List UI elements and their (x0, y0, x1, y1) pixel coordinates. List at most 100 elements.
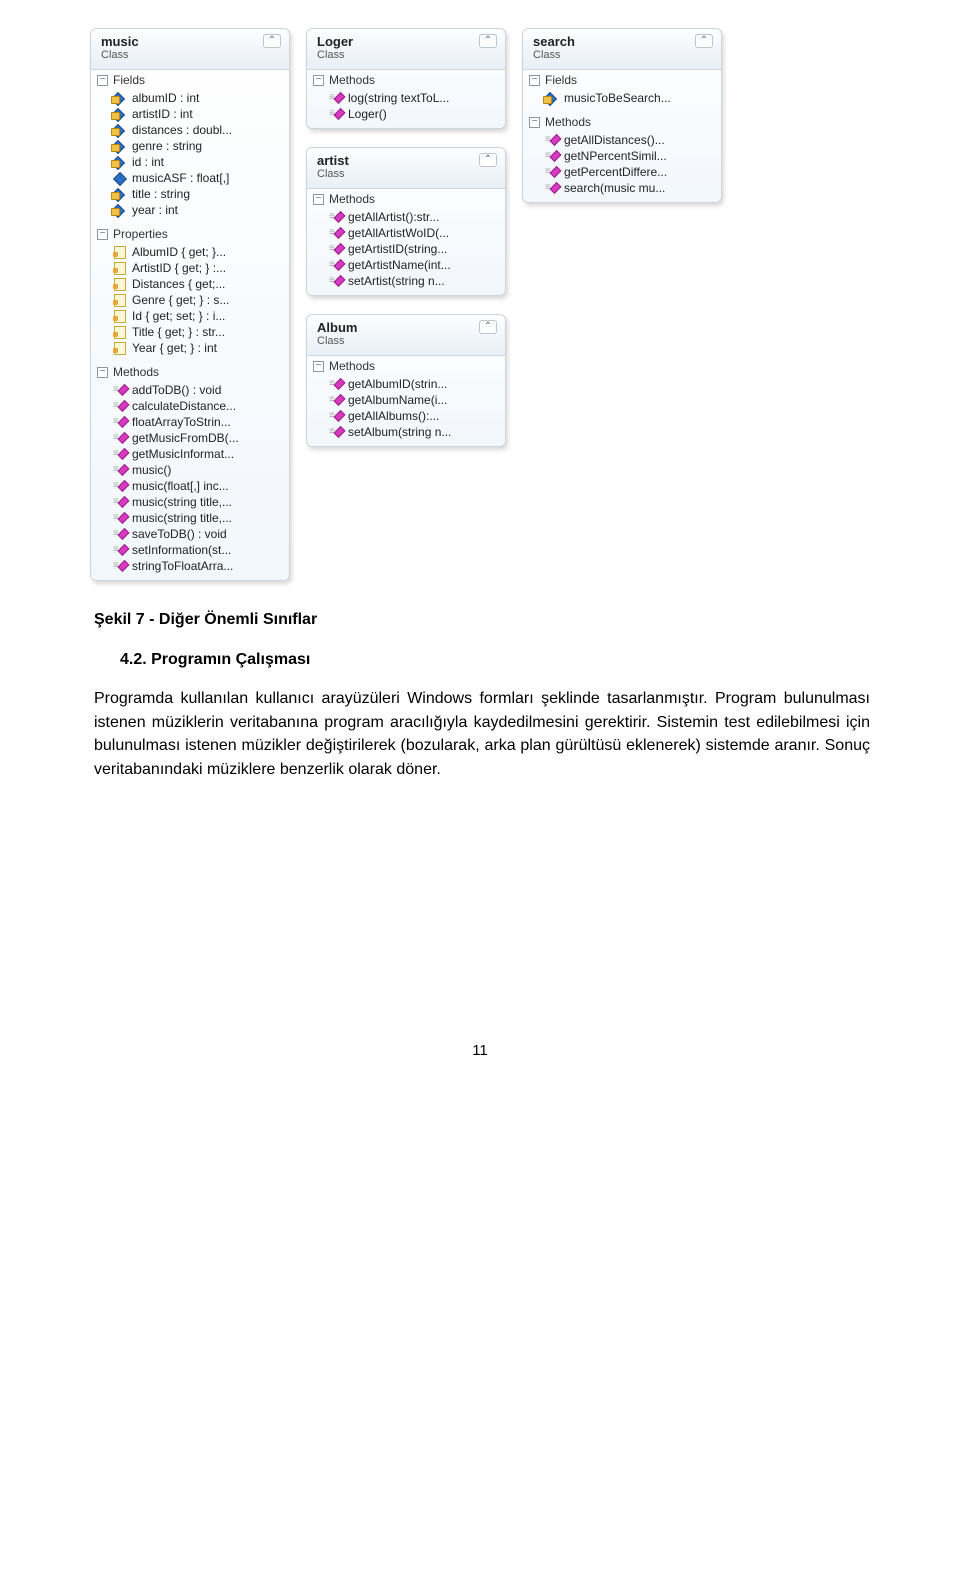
member-row[interactable]: distances : doubl... (95, 122, 285, 138)
section-methods[interactable]: −Methods (307, 189, 505, 209)
member-row[interactable]: setArtist(string n... (311, 273, 501, 289)
member-row[interactable]: year : int (95, 202, 285, 218)
member-row[interactable]: getNPercentSimil... (527, 148, 717, 164)
member-row[interactable]: calculateDistance... (95, 398, 285, 414)
member-label: Distances { get;... (132, 277, 225, 291)
member-label: getAlbumName(i... (348, 393, 447, 407)
member-row[interactable]: getAllArtist():str... (311, 209, 501, 225)
chevron-up-icon[interactable]: ⌃ (479, 34, 497, 48)
member-row[interactable]: getMusicFromDB(... (95, 430, 285, 446)
class-header[interactable]: artistClass⌃ (307, 148, 505, 189)
member-row[interactable]: getAllAlbums():... (311, 408, 501, 424)
method-icon (329, 242, 343, 256)
chevron-up-icon[interactable]: ⌃ (695, 34, 713, 48)
member-row[interactable]: getAlbumID(strin... (311, 376, 501, 392)
method-icon (113, 415, 127, 429)
member-row[interactable]: music(float[,] inc... (95, 478, 285, 494)
member-list: AlbumID { get; }...ArtistID { get; } :..… (91, 244, 289, 362)
member-row[interactable]: id : int (95, 154, 285, 170)
member-row[interactable]: getArtistName(int... (311, 257, 501, 273)
section-label: Methods (329, 359, 375, 373)
method-icon (113, 463, 127, 477)
member-row[interactable]: getArtistID(string... (311, 241, 501, 257)
member-row[interactable]: Id { get; set; } : i... (95, 308, 285, 324)
member-label: addToDB() : void (132, 383, 221, 397)
member-row[interactable]: musicToBeSearch... (527, 90, 717, 106)
member-row[interactable]: title : string (95, 186, 285, 202)
member-row[interactable]: getAllArtistWoID(... (311, 225, 501, 241)
collapse-toggle-icon[interactable]: − (529, 75, 540, 86)
class-header[interactable]: AlbumClass⌃ (307, 315, 505, 356)
member-row[interactable]: floatArrayToStrin... (95, 414, 285, 430)
section-methods[interactable]: −Methods (307, 356, 505, 376)
member-row[interactable]: getMusicInformat... (95, 446, 285, 462)
member-label: getPercentDiffere... (564, 165, 667, 179)
section-methods[interactable]: −Methods (307, 70, 505, 90)
collapse-toggle-icon[interactable]: − (97, 229, 108, 240)
member-row[interactable]: Year { get; } : int (95, 340, 285, 356)
member-row[interactable]: Loger() (311, 106, 501, 122)
member-row[interactable]: search(music mu... (527, 180, 717, 196)
member-row[interactable]: artistID : int (95, 106, 285, 122)
field-private-icon (113, 91, 127, 105)
member-label: distances : doubl... (132, 123, 232, 137)
collapse-toggle-icon[interactable]: − (97, 367, 108, 378)
member-row[interactable]: AlbumID { get; }... (95, 244, 285, 260)
section-fields[interactable]: −Fields (523, 70, 721, 90)
section-properties[interactable]: −Properties (91, 224, 289, 244)
member-row[interactable]: log(string textToL... (311, 90, 501, 106)
collapse-toggle-icon[interactable]: − (97, 75, 108, 86)
member-label: getAlbumID(strin... (348, 377, 447, 391)
member-row[interactable]: music(string title,... (95, 494, 285, 510)
member-row[interactable]: saveToDB() : void (95, 526, 285, 542)
class-header[interactable]: LogerClass⌃ (307, 29, 505, 70)
class-header[interactable]: musicClass⌃ (91, 29, 289, 70)
method-icon (329, 393, 343, 407)
member-row[interactable]: Genre { get; } : s... (95, 292, 285, 308)
member-row[interactable]: albumID : int (95, 90, 285, 106)
member-row[interactable]: Title { get; } : str... (95, 324, 285, 340)
collapse-toggle-icon[interactable]: − (313, 75, 324, 86)
section-methods[interactable]: −Methods (91, 362, 289, 382)
member-row[interactable]: music(string title,... (95, 510, 285, 526)
method-icon (329, 107, 343, 121)
class-header[interactable]: searchClass⌃ (523, 29, 721, 70)
collapse-toggle-icon[interactable]: − (313, 194, 324, 205)
member-list: log(string textToL...Loger() (307, 90, 505, 128)
member-row[interactable]: setInformation(st... (95, 542, 285, 558)
member-label: calculateDistance... (132, 399, 236, 413)
member-row[interactable]: music() (95, 462, 285, 478)
chevron-up-icon[interactable]: ⌃ (479, 153, 497, 167)
field-private-icon (113, 155, 127, 169)
member-label: music(string title,... (132, 511, 232, 525)
property-icon (113, 261, 127, 275)
chevron-up-icon[interactable]: ⌃ (263, 34, 281, 48)
collapse-toggle-icon[interactable]: − (313, 361, 324, 372)
member-list: musicToBeSearch... (523, 90, 721, 112)
property-icon (113, 309, 127, 323)
member-label: saveToDB() : void (132, 527, 227, 541)
member-label: AlbumID { get; }... (132, 245, 226, 259)
member-row[interactable]: ArtistID { get; } :... (95, 260, 285, 276)
section-label: Methods (329, 192, 375, 206)
member-row[interactable]: genre : string (95, 138, 285, 154)
member-row[interactable]: getAlbumName(i... (311, 392, 501, 408)
method-icon (329, 409, 343, 423)
member-row[interactable]: musicASF : float[,] (95, 170, 285, 186)
member-list: getAlbumID(strin... getAlbumName(i...getA… (307, 376, 505, 446)
chevron-up-icon[interactable]: ⌃ (479, 320, 497, 334)
collapse-toggle-icon[interactable]: − (529, 117, 540, 128)
member-row[interactable]: addToDB() : void (95, 382, 285, 398)
member-row[interactable]: setAlbum(string n... (311, 424, 501, 440)
class-name: search (533, 34, 575, 49)
member-row[interactable]: getAllDistances()... (527, 132, 717, 148)
member-row[interactable]: Distances { get;... (95, 276, 285, 292)
member-row[interactable]: stringToFloatArra... (95, 558, 285, 574)
member-list: getAllArtist():str...getAllArtistWoID(..… (307, 209, 505, 295)
member-label: Id { get; set; } : i... (132, 309, 225, 323)
method-icon (113, 479, 127, 493)
section-fields[interactable]: −Fields (91, 70, 289, 90)
method-icon (113, 511, 127, 525)
section-methods[interactable]: −Methods (523, 112, 721, 132)
member-row[interactable]: getPercentDiffere... (527, 164, 717, 180)
